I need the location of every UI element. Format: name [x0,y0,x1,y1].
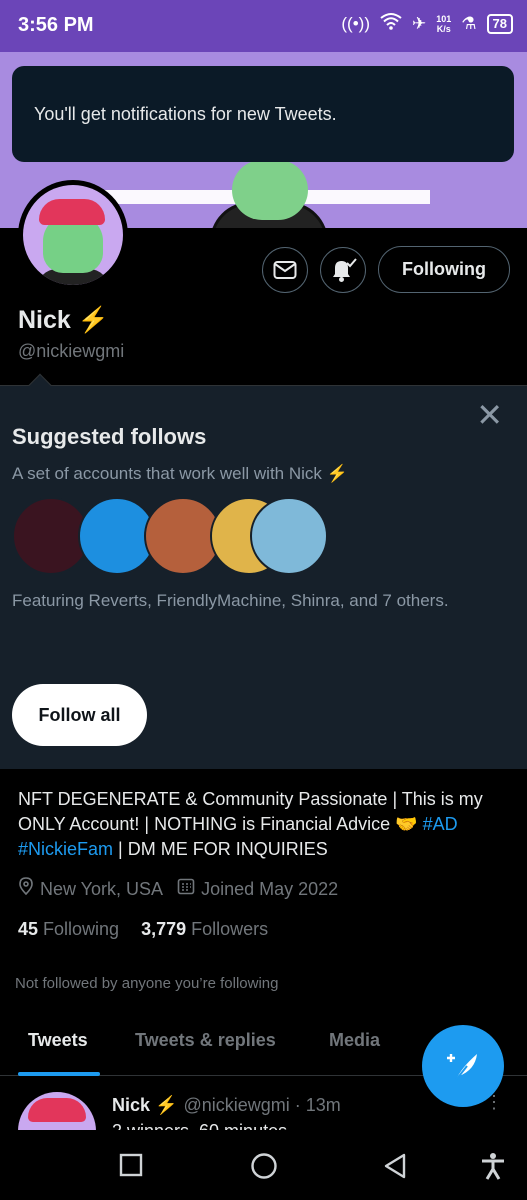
following-button[interactable]: Following [378,246,510,293]
location-pin-icon [18,877,34,900]
profile-name: Nick ⚡ [18,306,109,334]
home-button[interactable] [250,1152,278,1185]
profile-meta: New York, USA Joined May 2022 [18,877,338,900]
hashtag-link[interactable]: #NickieFam [18,839,113,859]
tweet-handle-time: @nickiewgmi · 13m [183,1095,341,1115]
following-label: Following [43,919,120,939]
hotspot-icon: ((•)) [341,13,370,33]
follow-all-button[interactable]: Follow all [12,684,147,746]
notification-toast: You'll get notifications for new Tweets. [12,66,514,162]
accessibility-icon [482,1153,504,1180]
profile-avatar[interactable] [18,180,128,290]
bell-check-icon [333,258,357,282]
speed-value: 101 [436,13,452,24]
follow-counts: 45 Following 3,779 Followers [18,919,268,940]
suggested-follows-panel: ✕ Suggested follows A set of accounts th… [0,373,527,769]
following-count: 45 [18,919,39,939]
tab-tweets-replies[interactable]: Tweets & replies [135,1030,276,1051]
toast-message: You'll get notifications for new Tweets. [34,103,337,124]
message-button[interactable] [262,247,308,293]
network-speed: 101 K/s [436,14,451,34]
close-icon[interactable]: ✕ [476,399,503,431]
back-button[interactable] [382,1152,408,1185]
joined-item: Joined May 2022 [177,877,338,900]
location-item: New York, USA [18,877,163,900]
battery-indicator: 78 [486,13,513,34]
location-text: New York, USA [40,879,164,899]
wifi-icon [380,12,402,35]
bio-text: NFT DEGENERATE & Community Passionate | … [18,789,483,834]
followers-count-link[interactable]: 3,779 Followers [141,919,268,940]
joined-text: Joined May 2022 [201,879,339,899]
avatar-hat [39,199,105,225]
followers-label: Followers [191,919,269,939]
compose-feather-icon [447,1054,477,1081]
airplane-icon: ✈ [412,13,427,33]
mail-icon [273,261,297,279]
followers-count: 3,779 [141,919,187,939]
profile-bio: NFT DEGENERATE & Community Passionate | … [18,787,513,862]
square-icon [119,1153,143,1177]
not-followed-note: Not followed by anyone you’re following [15,975,279,992]
back-triangle-icon [384,1153,406,1179]
profile-handle: @nickiewgmi [18,341,125,361]
status-bar: 3:56 PM ((•)) ✈ 101 K/s ⚗ 78 [0,0,527,52]
banner-character-head [232,160,308,220]
recents-button[interactable] [118,1152,144,1183]
more-options-icon[interactable]: ⋮ [485,1092,503,1113]
calendar-icon [177,877,195,900]
tab-tweets[interactable]: Tweets [28,1030,88,1051]
suggested-avatar[interactable] [250,497,328,575]
tweet-header: Nick ⚡ @nickiewgmi · 13m [112,1095,341,1116]
circle-icon [251,1153,277,1179]
suggested-title: Suggested follows [12,424,207,449]
tweet-author-name[interactable]: Nick ⚡ [112,1095,177,1115]
tab-media[interactable]: Media [329,1030,380,1051]
system-nav-bar [0,1130,527,1200]
panel-caret [28,373,52,397]
bio-text: | DM ME FOR INQUIRIES [113,839,328,859]
status-time: 3:56 PM [18,14,94,36]
suggested-subtitle: A set of accounts that work well with Ni… [12,464,348,483]
lab-flask-icon: ⚗ [461,13,477,33]
avatar-image [23,185,123,285]
suggested-avatars[interactable] [12,497,332,577]
suggested-featuring: Featuring Reverts, FriendlyMachine, Shin… [12,591,449,610]
hashtag-link[interactable]: #AD [423,814,458,834]
accessibility-button[interactable] [480,1152,506,1185]
status-icons: ((•)) ✈ 101 K/s ⚗ 78 [341,12,513,35]
active-tab-indicator [18,1072,100,1076]
following-count-link[interactable]: 45 Following [18,919,119,940]
tweet-avatar-hat [28,1098,86,1122]
speed-unit: K/s [436,23,451,34]
notifications-button[interactable] [320,247,366,293]
